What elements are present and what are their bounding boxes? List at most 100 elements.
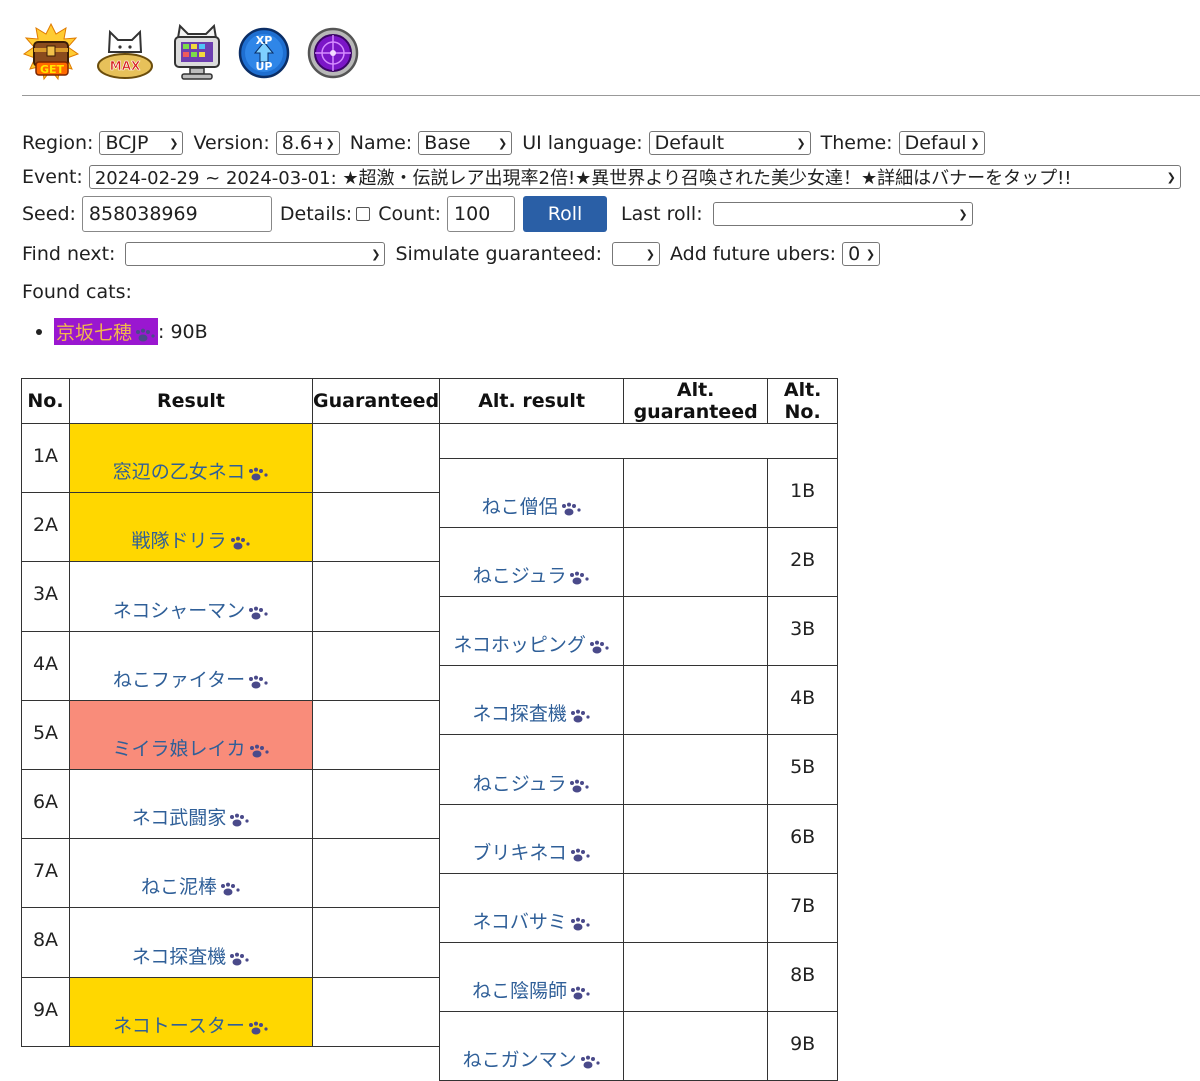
roll-number: 2A xyxy=(21,492,70,563)
name-select[interactable]: Base ❯ xyxy=(418,131,513,155)
roll-result[interactable]: ネコシャーマン xyxy=(69,561,313,632)
alt-roll-result[interactable]: ねこ僧侶 xyxy=(439,457,625,528)
alt-guaranteed-cell xyxy=(623,941,769,1013)
roll-result[interactable]: 戦隊ドリラ xyxy=(69,492,313,563)
roll-number: 3A xyxy=(21,561,70,632)
roll-result[interactable]: ねこファイター xyxy=(69,630,313,701)
simulate-guaranteed-label: Simulate guaranteed: xyxy=(395,243,602,265)
guaranteed-cell xyxy=(311,699,441,770)
guaranteed-cell xyxy=(311,561,441,632)
roll-number: 1A xyxy=(21,422,70,494)
alt-roll-result[interactable]: ねこ陰陽師 xyxy=(439,941,625,1013)
alt-guaranteed-cell xyxy=(623,457,769,528)
roll-result[interactable]: 窓辺の乙女ネコ xyxy=(69,422,313,494)
paw-icon xyxy=(230,813,249,827)
paw-icon xyxy=(248,1021,268,1035)
version-select[interactable]: 8.6+❯ xyxy=(275,131,340,155)
monitor-cat-icon[interactable] xyxy=(168,22,226,84)
paw-icon xyxy=(230,952,249,965)
alt-roll-number: 8B xyxy=(767,941,839,1013)
ui-language-select[interactable]: Default ❯ xyxy=(648,131,811,155)
last-roll-select[interactable]: ❯ xyxy=(712,202,973,226)
paw-icon xyxy=(249,675,268,689)
alt-roll-number: 9B xyxy=(767,1011,839,1081)
alt-roll-result[interactable]: ねこジュラ xyxy=(439,526,625,597)
add-future-ubers-select[interactable]: 0 ❯ xyxy=(842,242,881,266)
found-cat-position: : 90B xyxy=(158,320,208,343)
alt-spacer-cell xyxy=(439,423,839,459)
roll-result[interactable]: ネコ武闘家 xyxy=(69,768,313,840)
guaranteed-cell xyxy=(311,907,441,978)
add-future-ubers-label: Add future ubers: xyxy=(670,243,837,265)
roll-result[interactable]: ネコ探査機 xyxy=(69,907,313,978)
paw-icon xyxy=(249,606,268,620)
paw-icon xyxy=(249,744,269,758)
details-checkbox[interactable] xyxy=(356,207,371,221)
xp-up-icon[interactable]: XP UP xyxy=(238,22,296,84)
count-input[interactable]: 100 xyxy=(447,196,516,232)
header-alt-result: Alt. result xyxy=(439,378,625,424)
alt-roll-result[interactable]: ねこジュラ xyxy=(439,734,625,805)
event-select[interactable]: 2024-02-29 ~ 2024-03-01: ★超激・伝説レア出現率2倍!★… xyxy=(88,165,1181,189)
max-cat-icon[interactable]: MAX xyxy=(96,22,154,84)
alt-roll-number: 6B xyxy=(767,803,839,874)
roll-number: 9A xyxy=(21,976,70,1047)
alt-guaranteed-cell xyxy=(623,1011,769,1081)
region-label: Region: xyxy=(22,132,94,154)
alt-roll-number: 7B xyxy=(767,872,839,943)
theme-select[interactable]: Default❯ xyxy=(898,131,985,155)
guaranteed-cell xyxy=(311,838,441,909)
event-label: Event: xyxy=(22,166,83,188)
roll-number: 5A xyxy=(21,699,70,770)
paw-icon xyxy=(136,328,155,342)
rolls-table: No. Result Guaranteed Alt. result Alt. g… xyxy=(21,378,839,1081)
region-select[interactable]: BCJP ❯ xyxy=(99,131,184,155)
purple-orb-icon[interactable] xyxy=(306,22,364,84)
find-next-select[interactable]: ❯ xyxy=(125,242,386,266)
alt-guaranteed-cell xyxy=(623,595,769,667)
header-alt-no: Alt. No. xyxy=(767,378,839,424)
find-next-label: Find next: xyxy=(22,243,116,265)
found-cats-label: Found cats: xyxy=(22,281,132,303)
alt-roll-result[interactable]: ネコ探査機 xyxy=(439,665,625,736)
seed-input[interactable]: 858038969 xyxy=(81,196,272,232)
alt-guaranteed-cell xyxy=(623,526,769,597)
settings-row: Region: BCJP❯ Version: 8.6+❯ Name: Base❯… xyxy=(22,131,995,155)
theme-label: Theme: xyxy=(820,132,893,154)
header-result: Result xyxy=(69,378,313,424)
alt-roll-result[interactable]: ねこガンマン xyxy=(439,1011,625,1081)
divider xyxy=(22,95,1200,96)
alt-roll-result[interactable]: ネコバサミ xyxy=(439,872,625,943)
alt-roll-result[interactable]: ブリキネコ xyxy=(439,803,625,874)
paw-icon xyxy=(589,640,609,654)
roll-result[interactable]: ネコトースター xyxy=(69,976,313,1047)
paw-icon xyxy=(570,779,590,793)
paw-icon xyxy=(249,467,268,481)
header-no: No. xyxy=(21,378,70,424)
alt-guaranteed-cell xyxy=(623,665,769,736)
guaranteed-cell xyxy=(311,630,441,701)
table-header-row: No. Result Guaranteed Alt. result Alt. g… xyxy=(21,378,839,424)
simulate-guaranteed-select[interactable]: ❯ xyxy=(612,242,660,266)
svg-text:UP: UP xyxy=(256,60,273,73)
alt-roll-number: 3B xyxy=(767,595,839,667)
roll-result[interactable]: ねこ泥棒 xyxy=(69,838,313,909)
seed-label: Seed: xyxy=(22,203,76,225)
roll-number: 6A xyxy=(21,768,70,840)
alt-roll-number: 4B xyxy=(767,665,839,736)
roll-button[interactable]: Roll xyxy=(523,196,608,232)
roll-result[interactable]: ミイラ娘レイカ xyxy=(69,699,313,770)
chevron-down-icon: ❯ xyxy=(970,136,980,150)
header-guaranteed: Guaranteed xyxy=(311,378,441,424)
alt-roll-result[interactable]: ネコホッピング xyxy=(439,595,625,667)
treasure-get-icon[interactable]: GET xyxy=(22,22,80,84)
paw-icon xyxy=(570,571,590,585)
alt-guaranteed-cell xyxy=(623,734,769,805)
guaranteed-cell xyxy=(311,976,441,1047)
found-cat-link[interactable]: 京坂七穂 xyxy=(54,318,159,345)
alt-guaranteed-cell xyxy=(623,872,769,943)
guaranteed-cell xyxy=(311,768,441,840)
alt-roll-number: 5B xyxy=(767,734,839,805)
chevron-down-icon: ❯ xyxy=(371,247,381,261)
chevron-down-icon: ❯ xyxy=(169,136,179,150)
